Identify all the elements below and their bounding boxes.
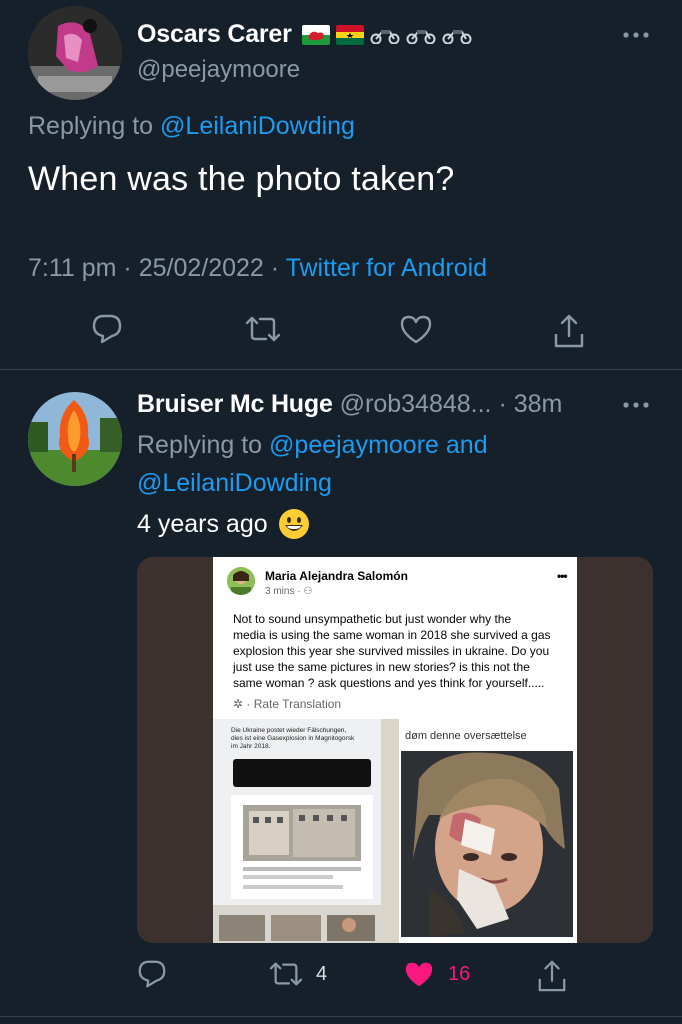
mention-link[interactable]: @LeilaniDowding — [160, 112, 355, 140]
replying-to: Replying to @peejaymoore and @LeilaniDow… — [137, 426, 637, 502]
reply-button[interactable] — [136, 958, 168, 990]
tweet-source-link[interactable]: Twitter for Android — [286, 254, 487, 282]
fb-divider-strip — [381, 719, 399, 943]
reply-tweet[interactable]: Bruiser Mc Huge @rob34848... · 38m Reply… — [0, 370, 682, 1024]
reply-header: Bruiser Mc Huge @rob34848... · 38m — [137, 390, 562, 419]
motorcycle-icon — [442, 29, 472, 44]
handle-and-time[interactable]: @rob34848... · 38m — [340, 390, 563, 418]
tweet-actions — [0, 312, 682, 352]
grinning-face-icon — [278, 509, 309, 539]
tweet-text-content: 4 years ago — [137, 509, 268, 538]
retweet-count: 4 — [316, 962, 328, 985]
fb-post-header: Maria Alejandra Salomón 3 mins · ⚇ ••• N… — [213, 557, 577, 717]
share-icon[interactable] — [536, 958, 568, 994]
tweet-actions: 4 16 — [0, 958, 682, 994]
tweet-text: When was the photo taken? — [28, 160, 455, 198]
fb-avatar — [227, 567, 255, 595]
fb-left-caption: Die Ukraine postet wieder Fälschungen, d… — [231, 727, 355, 750]
motorcycle-icon — [370, 29, 400, 44]
display-name[interactable]: Bruiser Mc Huge — [137, 390, 333, 418]
fb-left-image: Die Ukraine postet wieder Fälschungen, d… — [213, 719, 381, 943]
wales-flag-icon — [301, 24, 330, 45]
replying-prefix: Replying to — [137, 431, 263, 459]
fb-rate-translation: ✲ · Rate Translation — [233, 697, 342, 711]
motorcycle-icon — [406, 29, 436, 44]
like-count: 16 — [448, 962, 471, 985]
name-emojis — [301, 24, 472, 45]
tweet-meta: 7:11 pm · 25/02/2022 · Twitter for Andro… — [28, 254, 487, 283]
fb-post-text: Not to sound unsympathetic but just wond… — [233, 612, 551, 690]
retweet-button[interactable]: 4 — [268, 958, 327, 990]
display-name[interactable]: Oscars Carer — [137, 20, 292, 49]
ghana-flag-icon — [335, 24, 364, 45]
reply-icon[interactable] — [90, 312, 124, 346]
more-options-icon[interactable] — [622, 398, 650, 412]
divider — [0, 1016, 682, 1017]
replying-and[interactable]: and — [446, 431, 488, 459]
avatar[interactable] — [28, 6, 122, 100]
name-row: Oscars Carer — [137, 20, 472, 49]
fb-right-image — [399, 719, 577, 943]
replying-prefix: Replying to — [28, 112, 154, 140]
reply-icon[interactable] — [136, 958, 168, 990]
like-icon[interactable] — [398, 312, 434, 346]
facebook-post-screenshot: Maria Alejandra Salomón 3 mins · ⚇ ••• N… — [213, 557, 577, 943]
mention-link[interactable]: @LeilaniDowding — [137, 469, 332, 497]
like-button[interactable]: 16 — [402, 958, 470, 990]
tweet-text: 4 years ago — [137, 508, 310, 540]
handle[interactable]: @peejaymoore — [137, 56, 300, 84]
fb-right-caption: døm denne oversættelse — [405, 730, 527, 742]
share-button[interactable] — [536, 958, 568, 994]
fb-author-name: Maria Alejandra Salomón — [265, 569, 408, 583]
fb-post-time: 3 mins · ⚇ — [265, 586, 313, 597]
main-tweet: Oscars Carer @peejaymoore Replying to @L… — [0, 0, 682, 370]
more-options-icon[interactable] — [622, 28, 650, 42]
like-filled-icon[interactable] — [402, 958, 436, 990]
mention-link[interactable]: @peejaymoore — [269, 431, 439, 459]
attached-image[interactable]: Maria Alejandra Salomón 3 mins · ⚇ ••• N… — [137, 557, 653, 943]
tweet-timestamp[interactable]: 7:11 pm · 25/02/2022 · — [28, 254, 279, 282]
retweet-icon[interactable] — [244, 312, 282, 346]
fb-more-icon: ••• — [557, 569, 568, 583]
replying-to: Replying to @LeilaniDowding — [28, 112, 355, 141]
avatar[interactable] — [28, 392, 122, 486]
retweet-icon[interactable] — [268, 958, 304, 990]
share-icon[interactable] — [552, 312, 586, 350]
